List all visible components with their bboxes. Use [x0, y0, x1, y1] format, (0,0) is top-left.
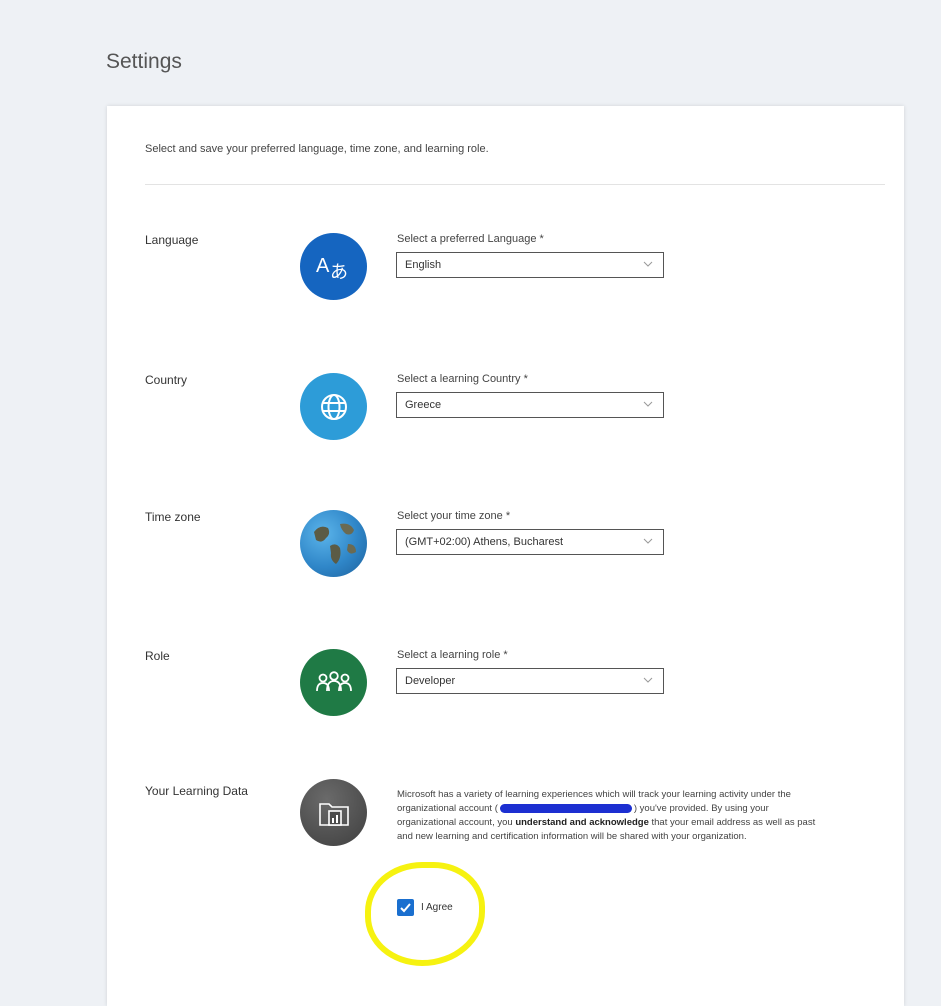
consent-text-bold: understand and acknowledge	[515, 817, 649, 828]
learning-data-label: Your Learning Data	[145, 784, 248, 798]
language-translate-icon: A あ	[300, 233, 367, 300]
country-label: Country	[145, 373, 188, 387]
timezone-select[interactable]: (GMT+02:00) Athens, Bucharest	[396, 529, 664, 555]
timezone-label: Time zone	[145, 510, 201, 524]
country-select[interactable]: Greece	[396, 392, 664, 418]
country-field-label: Select a learning Country *	[397, 373, 528, 385]
role-select[interactable]: Developer	[396, 668, 664, 694]
svg-text:あ: あ	[330, 262, 348, 282]
chevron-down-icon	[643, 261, 653, 267]
people-icon	[300, 649, 367, 716]
language-select-value: English	[405, 259, 442, 271]
chevron-down-icon	[643, 401, 653, 407]
globe-icon	[300, 373, 367, 440]
timezone-select-value: (GMT+02:00) Athens, Bucharest	[405, 536, 564, 548]
role-select-value: Developer	[405, 675, 456, 687]
svg-text:A: A	[316, 255, 330, 277]
document-folder-icon	[300, 779, 367, 846]
agree-checkbox[interactable]	[397, 899, 414, 916]
chevron-down-icon	[643, 677, 653, 683]
language-label: Language	[145, 233, 199, 247]
divider	[145, 184, 885, 185]
chevron-down-icon	[643, 538, 653, 544]
consent-text: Microsoft has a variety of learning expe…	[397, 788, 827, 844]
intro-text: Select and save your preferred language,…	[145, 143, 489, 155]
settings-card: Select and save your preferred language,…	[107, 106, 904, 1006]
timezone-field-label: Select your time zone *	[397, 510, 511, 522]
country-select-value: Greece	[405, 399, 442, 411]
redacted-email	[499, 803, 632, 813]
language-field-label: Select a preferred Language *	[397, 233, 544, 245]
role-field-label: Select a learning role *	[397, 649, 508, 661]
page-title: Settings	[106, 50, 182, 73]
earth-icon	[300, 510, 367, 577]
role-label: Role	[145, 649, 170, 663]
agree-label[interactable]: I Agree	[421, 902, 453, 913]
checkmark-icon	[400, 903, 411, 913]
language-select[interactable]: English	[396, 252, 664, 278]
